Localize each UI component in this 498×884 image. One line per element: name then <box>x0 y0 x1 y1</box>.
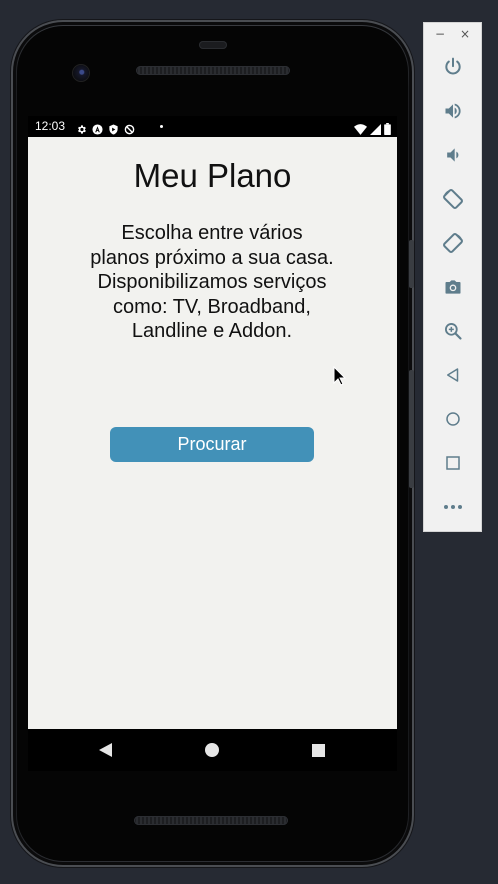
close-button[interactable]: × <box>460 27 470 41</box>
hardware-power-button[interactable] <box>409 240 414 288</box>
app-screen: Meu Plano Escolha entre vários planos pr… <box>28 137 397 729</box>
overview-icon <box>446 456 460 470</box>
screenshot-button[interactable] <box>441 275 465 299</box>
more-notifications-dot <box>160 125 163 128</box>
volume-up-button[interactable] <box>441 99 465 123</box>
front-camera <box>73 65 89 81</box>
notification-icons <box>76 120 135 135</box>
description-line: como: TV, Broadband, <box>113 295 311 318</box>
search-button[interactable]: Procurar <box>110 427 314 462</box>
description-line: Escolha entre vários <box>121 222 303 244</box>
description-line: Disponibilizamos serviços <box>97 271 327 293</box>
home-circle-icon <box>205 743 219 757</box>
more-icon <box>444 505 462 509</box>
shield-icon <box>108 120 119 135</box>
rotate-left-icon <box>443 189 463 209</box>
home-icon <box>446 412 460 426</box>
nav-back-button[interactable] <box>96 741 114 759</box>
recents-square-icon <box>311 743 325 757</box>
top-speaker-slot <box>199 41 227 49</box>
mouse-pointer-icon <box>333 366 347 386</box>
power-icon <box>445 57 461 75</box>
earpiece-speaker <box>136 66 290 75</box>
rotate-right-icon <box>443 233 463 253</box>
navigation-bar <box>28 729 397 771</box>
settings-gear-icon <box>76 120 87 134</box>
more-button[interactable] <box>441 495 465 519</box>
toolbar-window-controls: − × <box>424 27 483 43</box>
volume-up-icon <box>445 103 461 119</box>
hardware-volume-rocker[interactable] <box>409 370 414 488</box>
nav-home-button[interactable] <box>203 741 221 759</box>
zoom-button[interactable] <box>441 319 465 343</box>
rotate-right-button[interactable] <box>441 231 465 255</box>
description-line: planos próximo a sua casa. <box>90 246 334 269</box>
volume-down-button[interactable] <box>441 143 465 167</box>
zoom-icon <box>445 323 462 340</box>
bottom-speaker <box>134 816 288 825</box>
back-button[interactable] <box>441 363 465 387</box>
description-line: Landline e Addon. <box>131 320 293 342</box>
status-bar: 12:03 <box>28 116 397 137</box>
camera-icon <box>445 280 461 294</box>
back-triangle-icon <box>98 743 112 757</box>
volume-down-icon <box>447 148 459 162</box>
nav-recents-button[interactable] <box>309 741 327 759</box>
back-icon <box>447 368 459 382</box>
power-button[interactable] <box>441 55 465 79</box>
page-title: Meu Plano <box>133 157 292 194</box>
status-time: 12:03 <box>35 119 66 133</box>
rotate-left-button[interactable] <box>441 187 465 211</box>
app-a-icon <box>92 120 103 135</box>
no-sync-icon <box>124 120 135 135</box>
emulator-window: 12:03 Meu Plano Escolha entre vários pla… <box>0 0 498 884</box>
home-button[interactable] <box>441 407 465 431</box>
overview-button[interactable] <box>441 451 465 475</box>
plan-description: Escolha entre vários planos próximo a su… <box>72 221 352 344</box>
minimize-button[interactable]: − <box>435 27 445 41</box>
emulator-toolbar: − × <box>423 22 482 532</box>
